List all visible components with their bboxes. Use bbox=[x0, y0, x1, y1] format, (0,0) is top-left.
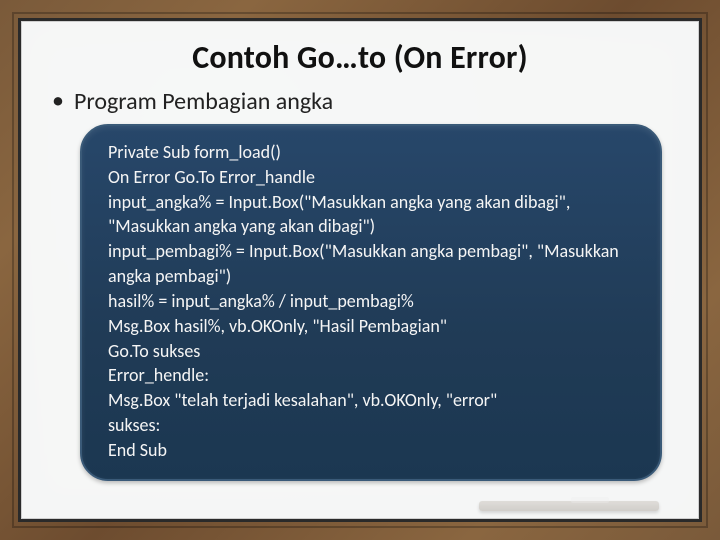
code-box: Private Sub form_load() On Error Go.To E… bbox=[80, 124, 662, 481]
slide-frame: Contoh Go…to (On Error) • Program Pembag… bbox=[0, 0, 720, 540]
code-line: Error_hendle: bbox=[108, 363, 634, 388]
code-line: Msg.Box hasil%, vb.OKOnly, "Hasil Pembag… bbox=[108, 314, 634, 339]
code-line: input_angka% = Input.Box("Masukkan angka… bbox=[108, 190, 634, 240]
chalkboard-bg: Contoh Go…to (On Error) • Program Pembag… bbox=[18, 18, 702, 522]
code-line: On Error Go.To Error_handle bbox=[108, 165, 634, 190]
code-line: Private Sub form_load() bbox=[108, 140, 634, 165]
code-line: Msg.Box "telah terjadi kesalahan", vb.OK… bbox=[108, 388, 634, 413]
code-line: hasil% = input_angka% / input_pembagi% bbox=[108, 289, 634, 314]
subtitle-row: • Program Pembagian angka bbox=[50, 87, 670, 116]
slide-subtitle: Program Pembagian angka bbox=[74, 87, 333, 116]
bullet-icon: • bbox=[52, 87, 64, 116]
slide-content: Contoh Go…to (On Error) • Program Pembag… bbox=[21, 21, 699, 519]
chalk-tray bbox=[479, 501, 659, 511]
code-line: sukses: bbox=[108, 413, 634, 438]
code-line: input_pembagi% = Input.Box("Masukkan ang… bbox=[108, 239, 634, 289]
code-line: Go.To sukses bbox=[108, 339, 634, 364]
chalk-piece bbox=[571, 497, 609, 503]
slide-title: Contoh Go…to (On Error) bbox=[50, 38, 670, 77]
code-line: End Sub bbox=[108, 438, 634, 463]
